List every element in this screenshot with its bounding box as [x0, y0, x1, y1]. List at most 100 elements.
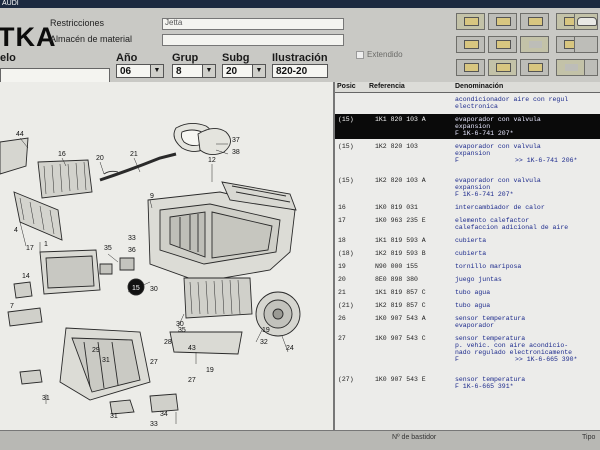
description-cell: juego juntas: [455, 276, 502, 283]
table-row[interactable]: 20 8E0 898 380 juego juntas: [335, 274, 600, 285]
subg-value: 20: [226, 66, 238, 77]
diagram-position-label[interactable]: 19: [206, 367, 214, 374]
table-row[interactable]: 17 1K0 963 235 E elemento calefactor calefa…: [335, 215, 600, 233]
chevron-down-icon[interactable]: ▼: [252, 65, 265, 77]
grup-select[interactable]: 8 ▼: [172, 64, 216, 78]
column-header-denominacion[interactable]: Denominación: [453, 82, 600, 93]
chevron-down-icon[interactable]: ▼: [202, 65, 215, 77]
table-row[interactable]: acondicionador aire con regul electronica: [335, 94, 600, 112]
diagram-position-label[interactable]: 34: [160, 411, 168, 418]
app-brand-logo: TKA: [0, 22, 57, 52]
extendido-checkbox[interactable]: Extendido: [356, 50, 403, 59]
restricciones-field[interactable]: Jetta: [162, 18, 344, 30]
diagram-position-label[interactable]: 31: [102, 357, 110, 364]
description-cell: evaporador con valvula: [455, 116, 541, 123]
description-cell: F: [455, 356, 459, 363]
diagram-position-label[interactable]: 19: [262, 327, 270, 334]
position-cell: (27): [338, 376, 354, 383]
folder-stack-button[interactable]: [488, 36, 517, 53]
parts-list-panel: Posic Referencia Denominación acondicion…: [335, 82, 600, 430]
diagram-position-label[interactable]: 38: [232, 149, 240, 156]
diagram-position-label[interactable]: 35: [178, 327, 186, 334]
diagram-position-label[interactable]: 24: [286, 345, 294, 352]
subg-select[interactable]: 20 ▼: [222, 64, 266, 78]
reference-cell: 1K2 819 593 B: [375, 250, 426, 257]
diagram-position-label[interactable]: 35: [104, 245, 112, 252]
diagram-position-label[interactable]: 43: [188, 345, 196, 352]
ilustracion-field[interactable]: 820-20: [272, 64, 328, 78]
arrow-right-button[interactable]: [488, 59, 517, 76]
diagram-position-label[interactable]: 17: [26, 245, 34, 252]
table-row[interactable]: (15) 1K2 820 103 A evaporador con valvula e…: [335, 175, 600, 200]
diagram-position-label[interactable]: 7: [10, 303, 14, 310]
table-row[interactable]: 27 1K0 907 543 C sensor temperatura p. vehi…: [335, 333, 600, 372]
table-row[interactable]: 21 1K1 819 857 C tubo agua: [335, 287, 600, 298]
diagram-position-label[interactable]: 12: [208, 157, 216, 164]
folder-button[interactable]: [456, 36, 485, 53]
print-button[interactable]: [520, 13, 549, 30]
position-cell: (15): [338, 143, 354, 150]
folder-button[interactable]: [456, 13, 485, 30]
status-bar: Nº de bastidor Tipo: [0, 430, 600, 450]
folder-stack-button[interactable]: [488, 13, 517, 30]
diagram-position-label[interactable]: 30: [150, 286, 158, 293]
folder-icon: [464, 16, 479, 26]
subg-label: Subg: [222, 52, 250, 64]
blank-panel-button[interactable]: [556, 59, 585, 76]
description-cell: intercambiador de calor: [455, 204, 545, 211]
diagram-position-label[interactable]: 15: [132, 285, 140, 292]
diagram-position-label[interactable]: 33: [128, 235, 136, 242]
diagram-position-label[interactable]: 28: [164, 339, 172, 346]
table-row[interactable]: (27) 1K0 907 543 E sensor temperatura F 1K-…: [335, 374, 600, 392]
position-cell: (18): [338, 250, 354, 257]
table-row[interactable]: 16 1K0 819 031 intercambiador de calor: [335, 202, 600, 213]
ano-select[interactable]: 06 ▼: [116, 64, 164, 78]
diagram-position-label[interactable]: 31: [42, 395, 50, 402]
diagram-position-label[interactable]: 32: [260, 339, 268, 346]
table-row[interactable]: (21) 1K2 819 857 C tubo agua: [335, 300, 600, 311]
diagram-position-label[interactable]: 33: [150, 421, 158, 428]
folder-button[interactable]: [520, 59, 549, 76]
window-title: AUDI: [2, 0, 19, 7]
table-row[interactable]: 18 1K1 819 593 A cubierta: [335, 235, 600, 246]
description-cell: expansion: [455, 184, 491, 191]
reference-cell: N90 000 155: [375, 263, 418, 270]
diagram-position-label[interactable]: 36: [128, 247, 136, 254]
column-header-referencia[interactable]: Referencia: [367, 82, 455, 93]
diagram-position-label[interactable]: 29: [92, 347, 100, 354]
table-row[interactable]: 26 1K0 907 543 A sensor temperatura evapora…: [335, 313, 600, 331]
reference-cell: 1K0 907 543 A: [375, 315, 426, 322]
diagram-position-label[interactable]: 44: [16, 131, 24, 138]
almacen-field[interactable]: [162, 34, 344, 46]
folder-icon: [528, 62, 543, 72]
diagram-position-label[interactable]: 14: [22, 273, 30, 280]
diagram-position-label[interactable]: 16: [58, 151, 66, 158]
diagram-position-label[interactable]: 9: [150, 193, 154, 200]
diagram-position-label[interactable]: 37: [232, 137, 240, 144]
diagram-position-label[interactable]: 31: [110, 413, 118, 420]
checkbox-icon[interactable]: [356, 50, 364, 59]
diagram-drawing[interactable]: 44162021937381217435 36332829311430153071…: [0, 82, 333, 430]
window-title-bar: AUDI: [0, 0, 600, 8]
diagram-position-label[interactable]: 1: [44, 241, 48, 248]
reference-cell: 1K2 820 103: [375, 143, 418, 150]
exploded-parts-diagram[interactable]: 44 16 20 21 9 37 38 12 17 4 35 36 33 28 29 31 14 30 15 30 7 1…: [0, 82, 335, 430]
diagram-position-label[interactable]: 4: [14, 227, 18, 234]
blank-panel-button[interactable]: [520, 36, 549, 53]
table-row[interactable]: (18) 1K2 819 593 B cubierta: [335, 248, 600, 259]
description-cell: calefaccion adicional de aire: [455, 224, 569, 231]
arrow-left-button[interactable]: [456, 59, 485, 76]
diagram-position-label[interactable]: 20: [96, 155, 104, 162]
table-row[interactable]: 19 N90 000 155 tornillo mariposa: [335, 261, 600, 272]
column-header-posic[interactable]: Posic: [335, 82, 369, 93]
table-row[interactable]: (15) 1K2 820 103 evaporador con valvula exp…: [335, 141, 600, 173]
diagram-position-label[interactable]: 27: [150, 359, 158, 366]
car-icon: [577, 16, 597, 26]
diagram-position-label[interactable]: 27: [188, 377, 196, 384]
chevron-down-icon[interactable]: ▼: [150, 65, 163, 77]
table-row[interactable]: (15) 1K1 820 103 A evaporador con valvula e…: [335, 114, 600, 139]
diagram-position-label[interactable]: 21: [130, 151, 138, 158]
arrow-right-icon: [496, 62, 511, 72]
car-button[interactable]: [574, 13, 598, 30]
blank-panel-button[interactable]: [574, 36, 598, 53]
